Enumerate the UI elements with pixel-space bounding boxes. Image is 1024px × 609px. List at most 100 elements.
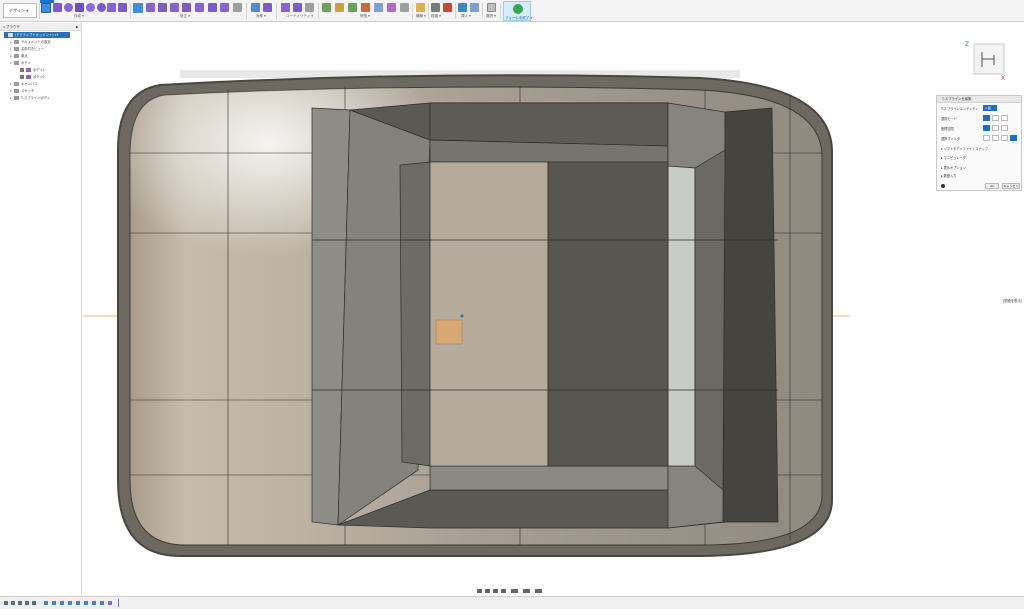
next-icon[interactable]	[25, 601, 29, 605]
modify-group-label[interactable]: 修正 ▾	[180, 14, 190, 19]
panel-title[interactable]: T-スプラインを編集	[937, 96, 1021, 103]
zebra-icon[interactable]	[443, 3, 452, 12]
cylinder-icon[interactable]	[75, 3, 84, 12]
tree-item-named-views[interactable]: ▸ 名前付きビュー	[10, 46, 44, 52]
panel-section-manipulator[interactable]: ▸ マニピュレータ	[941, 155, 966, 160]
insert-edge-icon[interactable]	[146, 3, 155, 12]
first-icon[interactable]	[4, 601, 8, 605]
create-group-label[interactable]: 作成 ▾	[74, 14, 84, 19]
select-icon[interactable]	[487, 3, 496, 12]
utilities-group-label[interactable]: ユーティリティ ▾	[286, 14, 313, 19]
pin-icon[interactable]: ▪	[76, 23, 78, 31]
pan-icon[interactable]	[485, 589, 490, 593]
last-icon[interactable]	[32, 601, 36, 605]
feature-icon[interactable]	[76, 601, 80, 605]
tree-item-bodies[interactable]: ▾ ボディ	[10, 60, 31, 66]
viewport-canvas[interactable]	[83, 23, 1024, 595]
flatten-icon[interactable]	[374, 3, 383, 12]
browser-header[interactable]: ◂ ブラウザ ▪	[0, 23, 81, 31]
insert-image-icon[interactable]	[458, 3, 467, 12]
coord-button[interactable]	[992, 125, 999, 131]
ok-button[interactable]: OK	[985, 183, 999, 189]
freeze-icon[interactable]	[335, 3, 344, 12]
display-mode-icon[interactable]	[281, 3, 290, 12]
filter-button[interactable]	[992, 135, 999, 141]
edit-form-icon[interactable]	[133, 3, 143, 13]
form-feature-icon[interactable]	[108, 601, 112, 605]
fill-hole-icon[interactable]	[208, 3, 217, 12]
make-uniform-icon[interactable]	[305, 3, 314, 12]
tree-item-body1[interactable]: ボディ1	[20, 67, 45, 73]
unfreeze-icon[interactable]	[348, 3, 357, 12]
subdivide-icon[interactable]	[158, 3, 167, 12]
tree-item-canvases[interactable]: ▸ キャンバス	[10, 81, 37, 87]
match-icon[interactable]	[387, 3, 396, 12]
eye-icon[interactable]	[20, 75, 24, 79]
filter-button[interactable]	[1001, 135, 1008, 141]
tree-item-document-settings[interactable]: ▸ ドキュメントの設定	[10, 39, 51, 45]
eye-icon[interactable]	[20, 68, 24, 72]
mirror-duplicate-icon[interactable]	[263, 3, 272, 12]
torus-icon[interactable]	[97, 3, 106, 12]
select-group-label[interactable]: 選択 ▾	[486, 14, 496, 19]
tree-item-sketches[interactable]: ▸ スケッチ	[10, 88, 34, 94]
feature-icon[interactable]	[100, 601, 104, 605]
canvas-icon[interactable]	[470, 3, 479, 12]
filter-button[interactable]	[1010, 135, 1017, 141]
sphere-icon[interactable]	[86, 3, 95, 12]
repair-body-icon[interactable]	[293, 3, 302, 12]
panel-section-numeric-input[interactable]: ▸ 数値入力	[941, 173, 956, 178]
timeline-marker[interactable]	[118, 599, 119, 607]
pipe-icon[interactable]	[118, 3, 127, 12]
box-icon[interactable]	[53, 3, 62, 12]
tree-item-body2[interactable]: ボディ2	[20, 74, 45, 80]
orbit-icon[interactable]	[477, 589, 482, 593]
grid-icon[interactable]	[523, 589, 530, 593]
feature-icon[interactable]	[52, 601, 56, 605]
plane-icon[interactable]	[64, 3, 73, 12]
crease-icon[interactable]	[233, 3, 242, 12]
insert-point-icon[interactable]	[170, 3, 179, 12]
weld-vertices-icon[interactable]	[220, 3, 229, 12]
tree-item-origin[interactable]: ▸ 原点	[10, 53, 28, 59]
viewcube[interactable]: Z X	[964, 37, 1014, 83]
fit-icon[interactable]	[501, 589, 506, 593]
measure-icon[interactable]	[431, 3, 440, 12]
feature-icon[interactable]	[44, 601, 48, 605]
finish-form-button[interactable]: フォームを終了 ▾	[503, 1, 532, 21]
construct-group-label[interactable]: 構築 ▾	[416, 14, 426, 19]
tree-root-document[interactable]: ▾ (アクティブドキュメント) v1	[4, 32, 70, 38]
pull-icon[interactable]	[361, 3, 370, 12]
mode-button[interactable]	[983, 115, 990, 121]
zoom-icon[interactable]	[493, 589, 498, 593]
panel-section-display-options[interactable]: ▸ 表示オプション	[941, 165, 966, 170]
workspace-switcher[interactable]: デザイン ▾	[3, 3, 37, 18]
quadball-icon[interactable]	[107, 3, 116, 12]
tree-item-tspline-bodies[interactable]: ▸ T-スプラインボディ	[10, 95, 50, 101]
symmetry-group-label[interactable]: 対称 ▾	[256, 14, 266, 19]
mode-button[interactable]	[1001, 115, 1008, 121]
feature-icon[interactable]	[84, 601, 88, 605]
create-form-icon[interactable]	[41, 3, 51, 13]
inspect-group-label[interactable]: 検査 ▾	[431, 14, 441, 19]
play-icon[interactable]	[18, 601, 22, 605]
filter-button[interactable]	[983, 135, 990, 141]
insert-group-label[interactable]: 挿入 ▾	[461, 14, 471, 19]
mode-button[interactable]	[992, 115, 999, 121]
repair-group-label[interactable]: 修復 ▾	[360, 14, 370, 19]
panel-section-soft-modify[interactable]: ▸ ソフトモディファイ / スナップ	[941, 146, 988, 151]
feature-icon[interactable]	[68, 601, 72, 605]
mirror-internal-icon[interactable]	[251, 3, 260, 12]
inner-frame[interactable]	[311, 102, 779, 529]
convert-icon[interactable]	[322, 3, 331, 12]
interpolate-icon[interactable]	[400, 3, 409, 12]
coord-button[interactable]	[983, 125, 990, 131]
relation-hint[interactable]: [関連を表示]	[1003, 298, 1022, 303]
info-icon[interactable]	[941, 184, 945, 188]
feature-icon[interactable]	[92, 601, 96, 605]
cancel-button[interactable]: キャンセル	[1002, 183, 1020, 189]
merge-edge-icon[interactable]	[182, 3, 191, 12]
prev-icon[interactable]	[11, 601, 15, 605]
coord-button[interactable]	[1001, 125, 1008, 131]
viewports-icon[interactable]	[535, 589, 542, 593]
